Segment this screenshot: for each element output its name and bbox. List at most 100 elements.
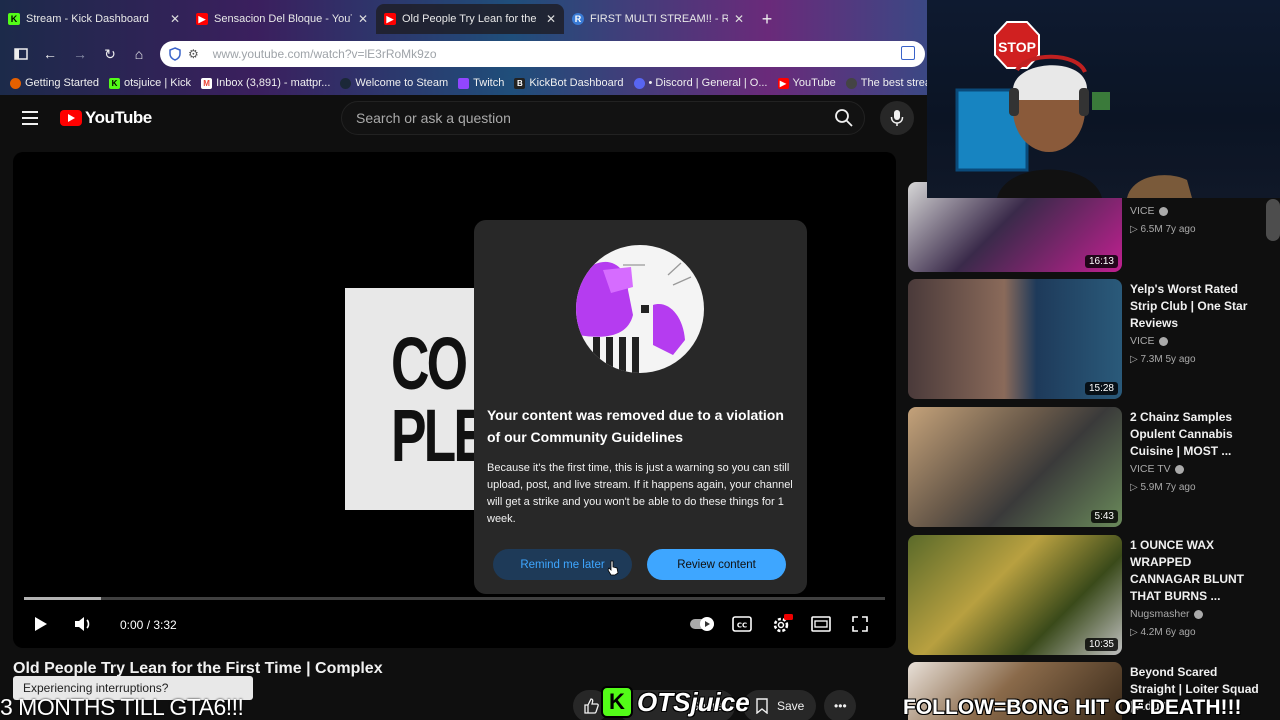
- home-icon[interactable]: ⌂: [124, 39, 154, 69]
- bookmark-icon: [756, 698, 768, 714]
- address-bar[interactable]: ⚙ www.youtube.com/watch?v=lE3rRoMk9zo: [160, 41, 925, 67]
- autoplay-toggle[interactable]: [689, 612, 715, 636]
- kick-channel-logo: K OTSjuice: [601, 686, 750, 718]
- recommendation-info: Yelp's Worst Rated Strip Club | One Star…: [1130, 281, 1260, 368]
- steam-icon: [340, 77, 352, 89]
- close-tab-icon[interactable]: ✕: [546, 12, 556, 26]
- bookmark-label: • Discord | General | O...: [648, 77, 768, 89]
- progress-bar[interactable]: [24, 597, 885, 600]
- split-screen-icon[interactable]: [901, 46, 915, 60]
- miniplayer-button[interactable]: [811, 612, 831, 636]
- recommendation-info: VICE ▷ 6.5M 7y ago: [1130, 202, 1260, 238]
- verified-icon: [1158, 207, 1168, 216]
- player-controls: 0:00 / 3:32 CC: [13, 608, 896, 640]
- kick-icon: K: [109, 77, 120, 89]
- tab-actions-icon[interactable]: [6, 39, 36, 69]
- progress-loaded: [24, 597, 102, 600]
- firefox-icon: [10, 77, 21, 89]
- tab-kick-dashboard[interactable]: K Stream - Kick Dashboard ✕: [0, 4, 188, 34]
- fullscreen-button[interactable]: [851, 612, 869, 636]
- refresh-icon[interactable]: ↻: [95, 39, 125, 69]
- fullscreen-icon: [852, 616, 868, 632]
- tab-old-people-lean[interactable]: ▶ Old People Try Lean for the First ✕: [376, 4, 564, 34]
- bookmark-kickbot[interactable]: B KickBot Dashboard: [514, 77, 624, 89]
- twitch-icon: [458, 77, 470, 89]
- recommendation-item[interactable]: 5:43 2 Chainz Samples Opulent Cannabis C…: [908, 407, 1268, 529]
- discord-icon: [633, 77, 645, 89]
- url-text: www.youtube.com/watch?v=lE3rRoMk9zo: [212, 47, 437, 61]
- bookmark-label: Inbox (3,891) - mattpr...: [216, 77, 331, 89]
- svg-text:CC: CC: [737, 622, 747, 630]
- video-frame-text: COPLE: [391, 322, 475, 477]
- bookmark-label: The best streaming bo...: [860, 77, 930, 89]
- recommendation-title: 2 Chainz Samples Opulent Cannabis Cuisin…: [1130, 410, 1233, 458]
- time-display: 0:00 / 3:32: [120, 618, 177, 632]
- recommendation-item[interactable]: 15:28 Yelp's Worst Rated Strip Club | On…: [908, 279, 1268, 401]
- bookmark-label: Twitch: [473, 77, 505, 89]
- recommendation-thumbnail: 15:28: [908, 279, 1122, 399]
- tab-sensacion[interactable]: ▶ Sensacion Del Bloque - YouTube ✕: [188, 4, 376, 34]
- address-row: ← → ↻ ⌂ ⚙ www.youtube.com/watch?v=lE3rRo…: [0, 38, 930, 70]
- youtube-logo[interactable]: YouTube: [60, 108, 152, 128]
- bookmark-twitch[interactable]: Twitch: [458, 77, 504, 89]
- youtube-icon: ▶: [777, 77, 789, 89]
- new-tab-button[interactable]: +: [752, 4, 782, 34]
- bot-icon: [845, 77, 857, 89]
- duration-badge: 16:13: [1084, 255, 1118, 268]
- volume-icon: [75, 617, 90, 631]
- bookmark-youtube[interactable]: ▶ YouTube: [777, 77, 836, 89]
- close-tab-icon[interactable]: ✕: [734, 12, 744, 26]
- play-button[interactable]: [31, 612, 49, 636]
- bookmark-streaming-bot[interactable]: The best streaming bo...: [845, 77, 930, 89]
- bookmark-getting-started[interactable]: Getting Started: [10, 77, 99, 89]
- dialog-body: Because it's the first time, this is jus…: [487, 462, 793, 525]
- tab-restream[interactable]: R FIRST MULTI STREAM!! - Restre ✕: [564, 4, 752, 34]
- recommendations-sidebar: 16:13 VICE ▷ 6.5M 7y ago 15:28 Yelp's Wo…: [908, 152, 1280, 720]
- duration-badge: 15:28: [1084, 382, 1118, 395]
- forward-arrow-icon[interactable]: →: [65, 39, 95, 69]
- kickbot-icon: B: [514, 77, 526, 89]
- captions-button[interactable]: CC: [732, 612, 752, 636]
- recommendation-item[interactable]: 10:35 1 OUNCE WAX WRAPPED CANNAGAR BLUNT…: [908, 535, 1268, 657]
- verified-icon: [1174, 465, 1184, 474]
- gmail-icon: M: [201, 77, 213, 89]
- menu-icon[interactable]: [22, 111, 38, 125]
- close-tab-icon[interactable]: ✕: [170, 12, 180, 26]
- voice-search-button[interactable]: [880, 101, 914, 135]
- bookmark-gmail[interactable]: M Inbox (3,891) - mattpr...: [201, 77, 330, 89]
- autoplay-toggle-icon: [690, 617, 714, 631]
- miniplayer-icon: [811, 616, 831, 632]
- warning-illustration: [576, 245, 704, 373]
- search-button[interactable]: [824, 102, 864, 134]
- search-icon: [835, 109, 853, 127]
- tab-title: FIRST MULTI STREAM!! - Restre: [590, 13, 728, 25]
- bookmark-discord[interactable]: • Discord | General | O...: [633, 77, 768, 89]
- settings-button[interactable]: [771, 612, 793, 636]
- stream-overlay-left: 3 MONTHS TILL GTA6!!!: [0, 694, 244, 720]
- kick-channel-name: OTSjuice: [637, 686, 750, 717]
- captions-icon: CC: [732, 616, 752, 632]
- save-label: Save: [777, 699, 805, 713]
- review-content-button[interactable]: Review content: [647, 549, 786, 580]
- logo-text: YouTube: [85, 108, 152, 127]
- youtube-icon: ▶: [196, 13, 208, 25]
- recommendation-info: 2 Chainz Samples Opulent Cannabis Cuisin…: [1130, 409, 1260, 496]
- volume-button[interactable]: [73, 612, 93, 636]
- tab-strip: K Stream - Kick Dashboard ✕ ▶ Sensacion …: [0, 4, 930, 34]
- site-settings-icon[interactable]: ⚙: [188, 47, 199, 61]
- tab-title: Sensacion Del Bloque - YouTube: [214, 13, 352, 25]
- save-button[interactable]: Save: [743, 690, 817, 720]
- bookmark-otsjuice-kick[interactable]: Kotsjuice | Kick: [109, 77, 191, 89]
- back-arrow-icon[interactable]: ←: [35, 39, 65, 69]
- close-tab-icon[interactable]: ✕: [358, 12, 368, 26]
- sidebar-scrollbar[interactable]: [1266, 199, 1280, 241]
- search-input[interactable]: Search or ask a question: [341, 101, 865, 135]
- webcam-overlay: STOP: [927, 0, 1280, 198]
- bookmark-label: otsjuice | Kick: [124, 77, 192, 89]
- channel-name: VICE TV: [1130, 461, 1260, 478]
- more-actions-button[interactable]: •••: [824, 690, 857, 720]
- recommendation-info: 1 OUNCE WAX WRAPPED CANNAGAR BLUNT THAT …: [1130, 537, 1260, 641]
- bookmark-label: KickBot Dashboard: [529, 77, 624, 89]
- bookmark-steam[interactable]: Welcome to Steam: [340, 77, 448, 89]
- streamer-webcam-image: STOP: [955, 21, 1192, 198]
